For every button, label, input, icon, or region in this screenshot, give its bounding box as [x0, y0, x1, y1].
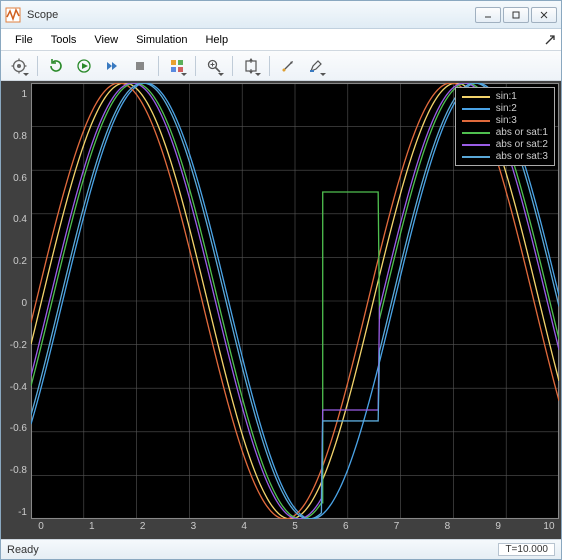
- step-forward-button[interactable]: [100, 54, 124, 78]
- x-tick: 2: [133, 521, 153, 537]
- legend-row: abs or sat:3: [462, 151, 548, 162]
- plot-canvas[interactable]: sin:1sin:2sin:3abs or sat:1abs or sat:2a…: [31, 83, 559, 519]
- legend-swatch: [462, 96, 490, 98]
- window-title: Scope: [27, 9, 475, 21]
- scope-window: Scope File Tools View Simulation Help: [0, 0, 562, 560]
- legend-label: abs or sat:1: [496, 127, 548, 138]
- legend-label: sin:2: [496, 103, 517, 114]
- toolbar: [1, 51, 561, 81]
- menu-tools[interactable]: Tools: [43, 32, 85, 48]
- legend-swatch: [462, 144, 490, 146]
- legend-row: abs or sat:1: [462, 127, 548, 138]
- x-tick: 8: [437, 521, 457, 537]
- y-tick: -0.4: [3, 382, 27, 394]
- legend-row: sin:1: [462, 91, 548, 102]
- x-tick: 0: [31, 521, 51, 537]
- titlebar: Scope: [1, 1, 561, 29]
- legend: sin:1sin:2sin:3abs or sat:1abs or sat:2a…: [455, 87, 555, 166]
- run-button[interactable]: [72, 54, 96, 78]
- close-button[interactable]: [531, 7, 557, 23]
- menu-help[interactable]: Help: [197, 32, 236, 48]
- x-axis: 0 1 2 3 4 5 6 7 8 9 10: [31, 519, 559, 537]
- minimize-button[interactable]: [475, 7, 501, 23]
- menubar: File Tools View Simulation Help: [1, 29, 561, 51]
- app-icon: [5, 7, 21, 23]
- y-tick: -0.2: [3, 340, 27, 352]
- y-axis: 1 0.8 0.6 0.4 0.2 0 -0.2 -0.4 -0.6 -0.8 -1: [3, 83, 31, 537]
- configure-button[interactable]: [7, 54, 31, 78]
- legend-swatch: [462, 156, 490, 158]
- y-tick: 0.2: [3, 256, 27, 268]
- stop-button[interactable]: [128, 54, 152, 78]
- statusbar: Ready T=10.000: [1, 539, 561, 559]
- legend-swatch: [462, 132, 490, 134]
- status-ready: Ready: [7, 544, 39, 556]
- autoscale-button[interactable]: [239, 54, 263, 78]
- x-tick: 6: [336, 521, 356, 537]
- y-tick: 0.6: [3, 173, 27, 185]
- x-tick: 1: [82, 521, 102, 537]
- dock-arrow-icon[interactable]: [545, 35, 555, 45]
- x-tick: 10: [539, 521, 559, 537]
- legend-label: abs or sat:3: [496, 151, 548, 162]
- x-tick: 3: [183, 521, 203, 537]
- legend-label: sin:3: [496, 115, 517, 126]
- status-time: T=10.000: [498, 543, 555, 556]
- x-tick: 4: [234, 521, 254, 537]
- plot-container: 10.80.60.40.20-0.2-0.4-0.6-0.8-1 sin:1si…: [1, 81, 561, 539]
- y-tick: -0.8: [3, 465, 27, 477]
- legend-row: abs or sat:2: [462, 139, 548, 150]
- y-tick: 0.4: [3, 214, 27, 226]
- menu-file[interactable]: File: [7, 32, 41, 48]
- maximize-button[interactable]: [503, 7, 529, 23]
- zoom-button[interactable]: [202, 54, 226, 78]
- window-controls: [475, 7, 557, 23]
- x-tick: 5: [285, 521, 305, 537]
- y-tick: 0.8: [3, 131, 27, 143]
- y-tick: -0.6: [3, 423, 27, 435]
- legend-row: sin:3: [462, 115, 548, 126]
- y-tick: 1: [3, 89, 27, 101]
- triggers-button[interactable]: [165, 54, 189, 78]
- legend-swatch: [462, 108, 490, 110]
- cursor-measure-button[interactable]: [276, 54, 300, 78]
- y-tick: -1: [3, 507, 27, 519]
- legend-row: sin:2: [462, 103, 548, 114]
- x-tick: 7: [387, 521, 407, 537]
- highlight-button[interactable]: [304, 54, 328, 78]
- menu-simulation[interactable]: Simulation: [128, 32, 195, 48]
- legend-label: abs or sat:2: [496, 139, 548, 150]
- legend-swatch: [462, 120, 490, 122]
- restart-button[interactable]: [44, 54, 68, 78]
- menu-view[interactable]: View: [86, 32, 126, 48]
- legend-label: sin:1: [496, 91, 517, 102]
- y-tick: 0: [3, 298, 27, 310]
- x-tick: 9: [488, 521, 508, 537]
